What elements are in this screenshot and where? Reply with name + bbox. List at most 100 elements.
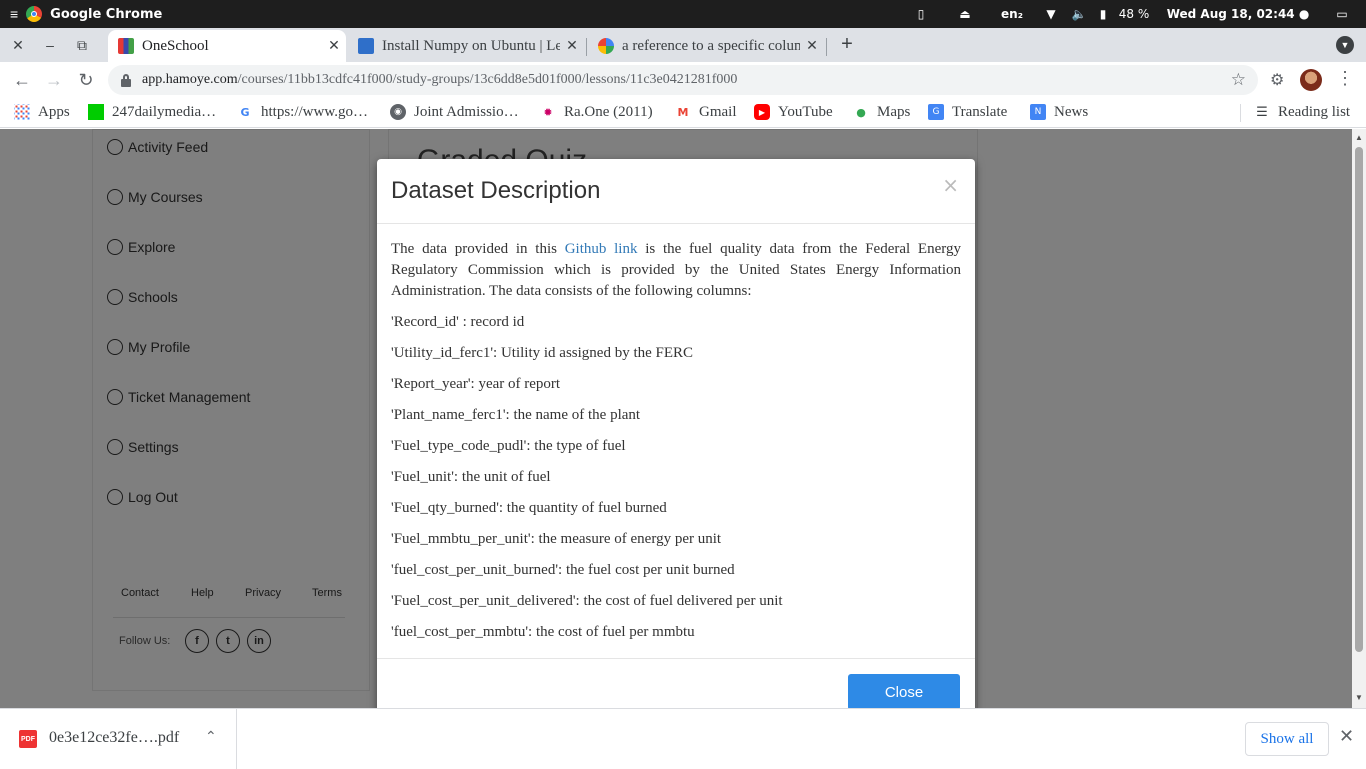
green-square-icon (88, 104, 104, 120)
address-bar[interactable]: app.hamoye.com/courses/11bb13cdfc41f000/… (108, 65, 1258, 95)
scroll-down-icon[interactable]: ▼ (1355, 693, 1363, 702)
intro-paragraph: The data provided in this Github link is… (391, 239, 961, 302)
reload-icon[interactable]: ↻ (72, 66, 100, 94)
close-button[interactable]: Close (848, 674, 960, 708)
bookmark-news[interactable]: N News (1030, 98, 1088, 126)
tab-separator (826, 38, 827, 56)
column-description: 'Fuel_type_code_pudl': the type of fuel (391, 438, 626, 454)
bookmark-label: https://www.go… (261, 103, 368, 120)
eject-icon[interactable]: ⏏ (946, 0, 984, 28)
youtube-icon: ▶ (754, 104, 770, 120)
bookmark-joint-admission[interactable]: ◉ Joint Admissio… (390, 98, 519, 126)
tab-separator (586, 38, 587, 56)
maps-pin-icon: ● (856, 105, 866, 119)
activities-icon[interactable]: ≡ (10, 6, 18, 22)
tab-install-numpy[interactable]: Install Numpy on Ubuntu | Lea ✕ (348, 30, 584, 62)
back-icon[interactable]: ← (8, 66, 36, 94)
bookmark-gmail[interactable]: M Gmail (675, 98, 737, 126)
tab-oneschool[interactable]: OneSchool ✕ (108, 30, 346, 62)
bookmarks-separator (1240, 104, 1241, 122)
show-all-button[interactable]: Show all (1245, 722, 1329, 756)
column-description: 'fuel_cost_per_mmbtu': the cost of fuel … (391, 624, 695, 640)
apps-grid-icon (14, 104, 30, 120)
battery-level[interactable]: 48 % (1110, 0, 1158, 28)
tab-google-search[interactable]: a reference to a specific colum ✕ (588, 30, 824, 62)
reading-list-button[interactable]: ☰ Reading list (1254, 98, 1350, 126)
starburst-icon: ✹ (543, 105, 553, 119)
window-minimize-icon[interactable]: – (34, 28, 66, 62)
github-link[interactable]: Github link (565, 241, 638, 257)
forward-icon[interactable]: → (40, 66, 68, 94)
bookmark-label: 247dailymedia… (112, 103, 217, 120)
modal-title: Dataset Description (391, 177, 601, 204)
google-favicon (598, 38, 614, 54)
intro-text: The data provided in this (391, 241, 565, 257)
window-restore-icon[interactable]: ⧉ (66, 28, 98, 62)
battery-icon[interactable]: ▮ (1096, 0, 1110, 28)
chrome-icon (26, 6, 43, 22)
navigation-bar: ← → ↻ app.hamoye.com/courses/11bb13cdfc4… (0, 62, 1366, 98)
os-top-bar: ≡ Google Chrome ▯ ⏏ en₂ ▼ 🔈 ▮ 48 % Wed A… (0, 0, 1366, 28)
chrome-menu-icon[interactable]: ⋮ (1336, 68, 1354, 89)
bookmark-label: Apps (38, 103, 70, 120)
bookmark-label: YouTube (778, 103, 833, 120)
extensions-puzzle-icon[interactable]: ⚙ (1270, 70, 1284, 90)
bookmark-google-url[interactable]: G https://www.go… (237, 98, 368, 126)
column-description: 'Fuel_cost_per_unit_delivered': the cost… (391, 593, 783, 609)
tab-label: OneSchool (142, 37, 209, 54)
new-tab-icon[interactable]: + (835, 30, 859, 58)
gmail-icon: M (677, 105, 689, 119)
wifi-icon[interactable]: ▼ (1040, 0, 1062, 28)
page-scrollbar[interactable]: ▲ ▼ (1352, 129, 1366, 708)
oneschool-favicon (118, 38, 134, 54)
modal-header: Dataset Description × (377, 159, 975, 224)
bookmark-youtube[interactable]: ▶ YouTube (754, 98, 833, 126)
column-description: 'Record_id' : record id (391, 314, 525, 330)
column-description: 'Fuel_mmbtu_per_unit': the measure of en… (391, 531, 722, 547)
bookmark-maps[interactable]: ● Maps (853, 98, 910, 126)
tab-label: Install Numpy on Ubuntu | Lea (382, 37, 560, 54)
bookmark-apps[interactable]: Apps (14, 98, 70, 126)
url-text: app.hamoye.com/courses/11bb13cdfc41f000/… (142, 72, 737, 88)
app-name[interactable]: Google Chrome (50, 7, 162, 22)
tab-label: a reference to a specific colum (622, 37, 800, 54)
modal-footer: Close (377, 658, 975, 708)
url-path: /courses/11bb13cdfc41f000/study-groups/1… (237, 72, 738, 87)
profile-avatar[interactable] (1300, 69, 1322, 91)
tab-close-icon[interactable]: ✕ (560, 38, 584, 55)
reading-list-icon: ☰ (1256, 104, 1268, 120)
download-item[interactable]: PDF 0e3e12ce32fe….pdf ⌃ (0, 709, 237, 769)
scrollbar-thumb[interactable] (1355, 147, 1363, 652)
bookmark-label: Gmail (699, 103, 737, 120)
date-time[interactable]: Wed Aug 18, 02:44 ● (1158, 0, 1318, 28)
phone-icon[interactable]: ▯ (896, 0, 946, 28)
reading-list-label: Reading list (1278, 103, 1351, 120)
globe-icon: ◉ (390, 104, 406, 120)
column-description: 'Report_year': year of report (391, 376, 561, 392)
lock-icon[interactable] (120, 73, 132, 87)
tab-close-icon[interactable]: ✕ (800, 38, 824, 55)
column-description: 'Fuel_qty_burned': the quantity of fuel … (391, 500, 667, 516)
close-icon[interactable]: ✕ (1339, 726, 1354, 747)
bookmark-translate[interactable]: G Translate (928, 98, 1007, 126)
pdf-file-icon: PDF (19, 730, 37, 748)
download-file-name[interactable]: 0e3e12ce32fe….pdf (49, 729, 179, 747)
bookmark-star-icon[interactable]: ☆ (1231, 70, 1246, 90)
bookmark-label: Maps (877, 103, 911, 120)
window-close-icon[interactable]: ✕ (2, 28, 34, 62)
close-icon[interactable]: × (942, 173, 959, 197)
chevron-up-icon[interactable]: ⌃ (205, 728, 217, 745)
bookmarks-bar: Apps 247dailymedia… G https://www.go… ◉ … (0, 98, 1366, 128)
screen-icon[interactable]: ▭ (1318, 0, 1366, 28)
tab-search-icon[interactable]: ▼ (1336, 36, 1354, 54)
volume-icon[interactable]: 🔈 (1062, 0, 1096, 28)
bookmark-247dailymedia[interactable]: 247dailymedia… (88, 98, 216, 126)
bookmark-label: Ra.One (2011) (564, 103, 653, 120)
tab-close-icon[interactable]: ✕ (322, 38, 346, 55)
bookmark-raone[interactable]: ✹ Ra.One (2011) (540, 98, 653, 126)
language-indicator[interactable]: en₂ (984, 0, 1040, 28)
google-icon: G (240, 105, 250, 119)
system-tray: ▯ ⏏ en₂ ▼ 🔈 ▮ 48 % Wed Aug 18, 02:44 ● ▭ (896, 0, 1366, 28)
scroll-up-icon[interactable]: ▲ (1355, 133, 1363, 142)
lc-favicon (358, 38, 374, 54)
